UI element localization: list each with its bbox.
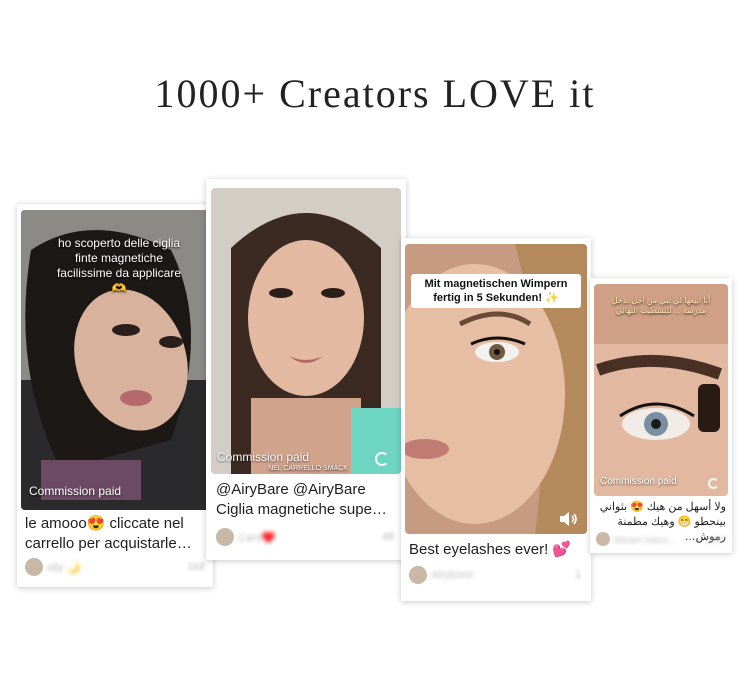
- commission-badge: Commission paid: [29, 484, 122, 498]
- post-caption[interactable]: le amooo😍 cliccate nel carrello per acqu…: [25, 514, 207, 554]
- creator-card-4[interactable]: أنا ابيعها لي تبي من اجل تدخل مدرسة ... …: [590, 278, 732, 553]
- video-thumbnail[interactable]: أنا ابيعها لي تبي من اجل تدخل مدرسة ... …: [594, 284, 728, 496]
- post-meta: Airylover 1: [409, 566, 581, 584]
- post-meta: elly 🌙 1k8: [25, 558, 205, 576]
- creator-card-1[interactable]: ho scoperto delle ciglia finte magnetich…: [17, 204, 213, 587]
- post-meta: Cara♥️ 48: [216, 528, 394, 546]
- like-count: 1497: [705, 535, 726, 545]
- like-count: 1k8: [187, 561, 205, 573]
- page-headline: 1000+ Creators LOVE it: [154, 71, 596, 116]
- avatar[interactable]: [216, 528, 234, 546]
- post-caption[interactable]: Best eyelashes ever! 💕: [409, 540, 585, 560]
- sound-icon[interactable]: [557, 508, 579, 530]
- avatar[interactable]: [409, 566, 427, 584]
- video-watermark: NEL CARRELLO SMACK: [268, 465, 348, 472]
- like-count: 1: [574, 569, 581, 581]
- like-count: 48: [381, 531, 394, 543]
- commission-badge: Commission paid: [600, 476, 677, 487]
- post-caption[interactable]: @AiryBare @AiryBare Ciglia magnetiche su…: [216, 480, 398, 520]
- username[interactable]: Cara♥️: [238, 531, 276, 544]
- username[interactable]: Maram Hams…: [614, 535, 677, 545]
- commission-badge: Commission paid: [217, 450, 310, 464]
- post-meta: Maram Hams… 1497: [596, 532, 726, 550]
- video-thumbnail[interactable]: Commission paid NEL CARRELLO SMACK: [211, 188, 401, 474]
- loading-icon: [708, 478, 719, 489]
- avatar[interactable]: [596, 532, 610, 546]
- creator-photo: [211, 188, 401, 474]
- creator-card-3[interactable]: Mit magnetischen Wimpern fertig in 5 Sek…: [401, 238, 591, 601]
- username[interactable]: Airylover: [431, 569, 474, 581]
- avatar[interactable]: [25, 558, 43, 576]
- video-overlay-text: أنا ابيعها لي تبي من اجل تدخل مدرسة ... …: [611, 296, 711, 315]
- username[interactable]: elly 🌙: [47, 561, 80, 574]
- creator-card-2[interactable]: Commission paid NEL CARRELLO SMACK @Airy…: [206, 179, 406, 560]
- video-thumbnail[interactable]: ho scoperto delle ciglia finte magnetich…: [21, 210, 209, 510]
- video-overlay-text: ho scoperto delle ciglia finte magnetich…: [56, 236, 182, 295]
- loading-icon: [375, 452, 389, 466]
- video-banner-text: Mit magnetischen Wimpern fertig in 5 Sek…: [411, 274, 581, 308]
- video-thumbnail[interactable]: Mit magnetischen Wimpern fertig in 5 Sek…: [405, 244, 587, 534]
